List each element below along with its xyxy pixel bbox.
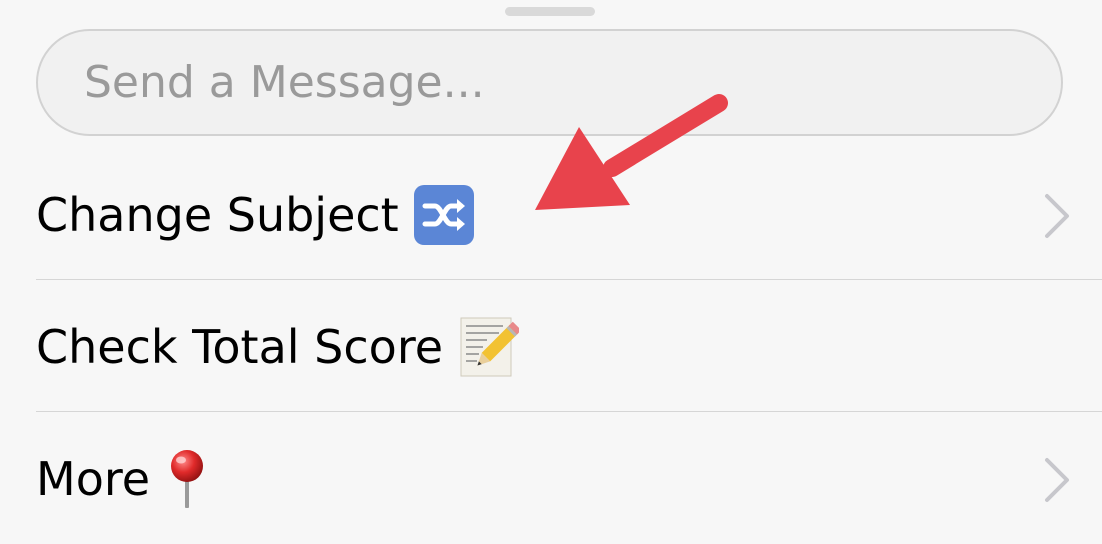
chevron-right-icon: [1045, 458, 1069, 502]
menu-item-more[interactable]: More: [0, 414, 1102, 544]
message-field[interactable]: [36, 29, 1063, 136]
pushpin-icon: [156, 448, 218, 510]
menu-item-label: Check Total Score: [36, 320, 444, 374]
menu-item-label: More: [36, 452, 151, 506]
menu-item-label-group: More: [36, 414, 218, 544]
menu-item-change-subject[interactable]: Change Subject: [0, 150, 1102, 280]
menu-item-label-group: Check Total Score: [36, 282, 520, 412]
sheet-grabber-handle[interactable]: [505, 7, 595, 16]
menu-item-check-total-score[interactable]: Check Total Score: [0, 282, 1102, 412]
memo-pencil-icon: [457, 316, 520, 378]
divider: [36, 279, 1102, 280]
message-input[interactable]: [84, 31, 1024, 134]
chevron-right-icon: [1045, 194, 1069, 238]
menu-item-label-group: Change Subject: [36, 150, 475, 280]
menu-item-label: Change Subject: [36, 188, 399, 242]
divider: [36, 411, 1102, 412]
shuffle-icon: [413, 184, 475, 246]
